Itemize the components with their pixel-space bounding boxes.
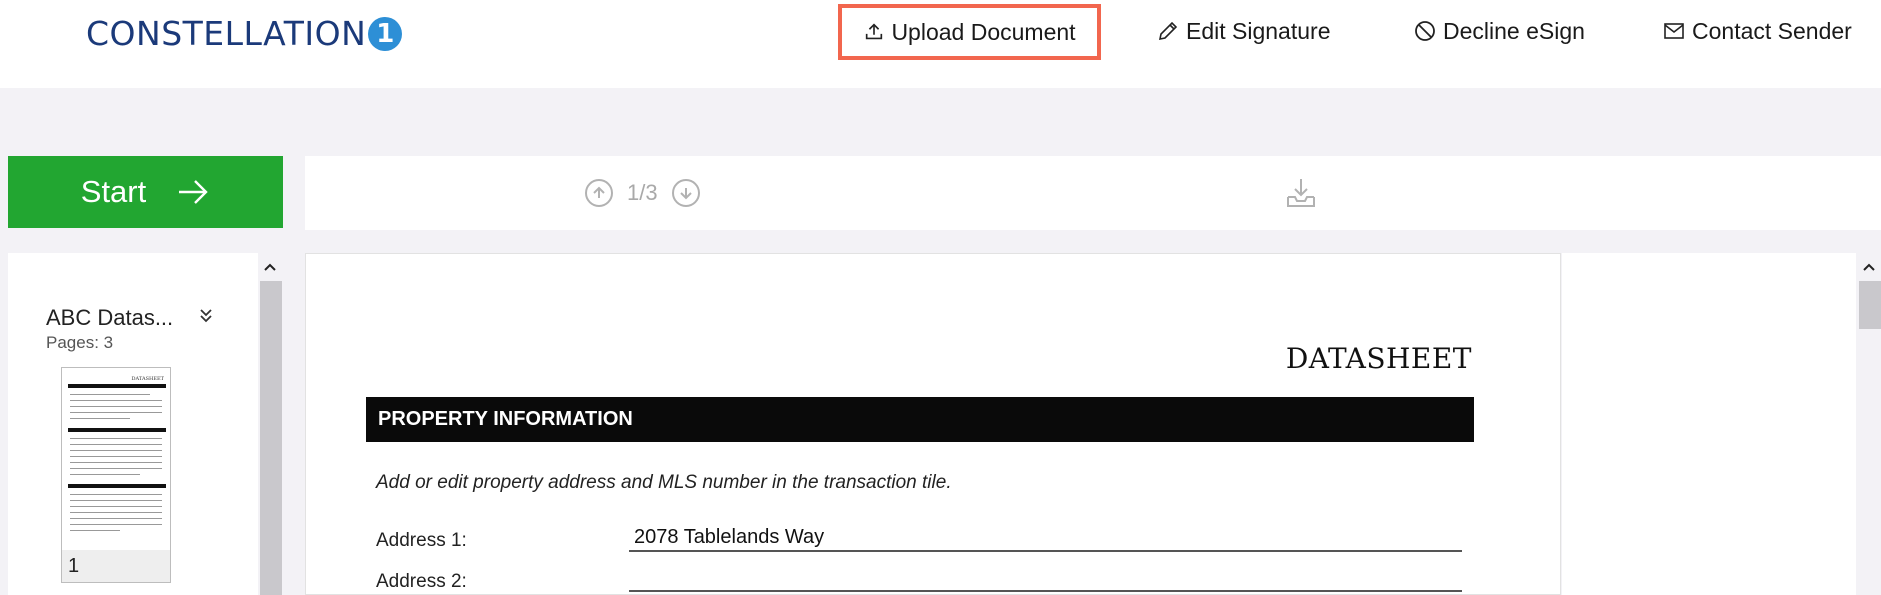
decline-esign-button[interactable]: Decline eSign bbox=[1413, 0, 1585, 62]
thumbnail-line bbox=[70, 474, 140, 475]
thumbnail-line bbox=[70, 518, 162, 519]
address2-label: Address 2: bbox=[376, 571, 467, 592]
decline-icon bbox=[1415, 21, 1435, 41]
address1-field[interactable]: 2078 Tablelands Way bbox=[634, 526, 824, 549]
thumbnail-line bbox=[70, 412, 162, 413]
thumbnail-line bbox=[70, 456, 162, 457]
contact-sender-label: Contact Sender bbox=[1692, 17, 1852, 44]
document-name[interactable]: ABC Datas... bbox=[46, 305, 173, 331]
constellation-logo[interactable]: CONSTELLATION 1 bbox=[86, 14, 403, 53]
section-header: PROPERTY INFORMATION bbox=[366, 397, 1474, 442]
edit-signature-button[interactable]: Edit Signature bbox=[1156, 0, 1330, 62]
viewer-right-margin bbox=[1562, 253, 1856, 595]
document-page-count: Pages: 3 bbox=[46, 333, 114, 352]
thumbnail-line bbox=[70, 506, 162, 507]
thumbnail-line bbox=[70, 494, 162, 495]
thumbnail-line bbox=[70, 438, 162, 439]
logo-text: CONSTELLATION bbox=[86, 14, 367, 53]
thumbnail-bar bbox=[68, 384, 166, 388]
thumbnail-line bbox=[70, 450, 162, 451]
document-scroll-thumb[interactable] bbox=[1859, 281, 1881, 329]
document-viewer: DATASHEET PROPERTY INFORMATION Add or ed… bbox=[305, 253, 1561, 595]
upload-document-button[interactable]: Upload Document bbox=[838, 4, 1101, 60]
sidebar-scroll-thumb[interactable] bbox=[260, 281, 282, 595]
download-icon[interactable] bbox=[1285, 176, 1317, 215]
next-page-icon[interactable] bbox=[671, 179, 700, 207]
page-pager: 1/3 bbox=[585, 156, 700, 230]
thumbnail-line bbox=[70, 524, 162, 525]
document-scrollbar[interactable] bbox=[1857, 253, 1881, 595]
previous-page-icon[interactable] bbox=[585, 179, 613, 207]
document-sidebar: ABC Datas... Pages: 3 DATASHEET 1 bbox=[8, 253, 258, 595]
logo-badge-icon: 1 bbox=[368, 16, 403, 51]
edit-signature-label: Edit Signature bbox=[1186, 17, 1331, 44]
contact-sender-button[interactable]: Contact Sender bbox=[1662, 0, 1852, 62]
upload-icon bbox=[866, 23, 883, 40]
thumbnail-line bbox=[70, 394, 150, 395]
scroll-up-icon[interactable] bbox=[1862, 259, 1876, 277]
thumbnail-page-number: 1 bbox=[68, 555, 80, 577]
thumbnail-bar bbox=[68, 428, 166, 432]
address1-underline bbox=[629, 550, 1462, 552]
section-header-label: PROPERTY INFORMATION bbox=[378, 408, 633, 430]
thumbnail-line bbox=[70, 444, 162, 445]
pencil-icon bbox=[1158, 21, 1178, 41]
sidebar-scrollbar[interactable] bbox=[258, 253, 282, 595]
thumbnail-line bbox=[70, 530, 120, 531]
thumbnail-line bbox=[70, 512, 162, 513]
thumbnail-line bbox=[70, 418, 130, 419]
thumbnail-line bbox=[70, 500, 162, 501]
document-toolbar: 1/3 bbox=[305, 156, 1881, 230]
thumbnail-bar bbox=[68, 484, 166, 488]
page-thumbnail[interactable]: DATASHEET 1 bbox=[61, 367, 171, 583]
start-button[interactable]: Start bbox=[8, 156, 283, 228]
chevron-double-down-icon[interactable] bbox=[198, 307, 214, 330]
decline-esign-label: Decline eSign bbox=[1443, 17, 1585, 44]
start-label: Start bbox=[80, 174, 147, 209]
datasheet-title: DATASHEET bbox=[1285, 342, 1472, 375]
scroll-up-icon[interactable] bbox=[263, 259, 277, 277]
page-indicator: 1/3 bbox=[627, 180, 658, 205]
upload-document-label: Upload Document bbox=[891, 18, 1076, 45]
address1-label: Address 1: bbox=[376, 530, 467, 551]
thumbnail-line bbox=[70, 468, 162, 469]
address2-field[interactable] bbox=[629, 590, 1462, 592]
thumbnail-line bbox=[70, 462, 162, 463]
arrow-right-icon bbox=[179, 180, 208, 204]
top-header: CONSTELLATION 1 Upload Document Edit Sig… bbox=[0, 0, 1881, 88]
thumbnail-title: DATASHEET bbox=[131, 376, 164, 382]
thumbnail-line bbox=[70, 406, 162, 407]
instruction-note: Add or edit property address and MLS num… bbox=[376, 472, 952, 493]
thumbnail-line bbox=[70, 400, 162, 401]
envelope-icon bbox=[1664, 23, 1684, 39]
